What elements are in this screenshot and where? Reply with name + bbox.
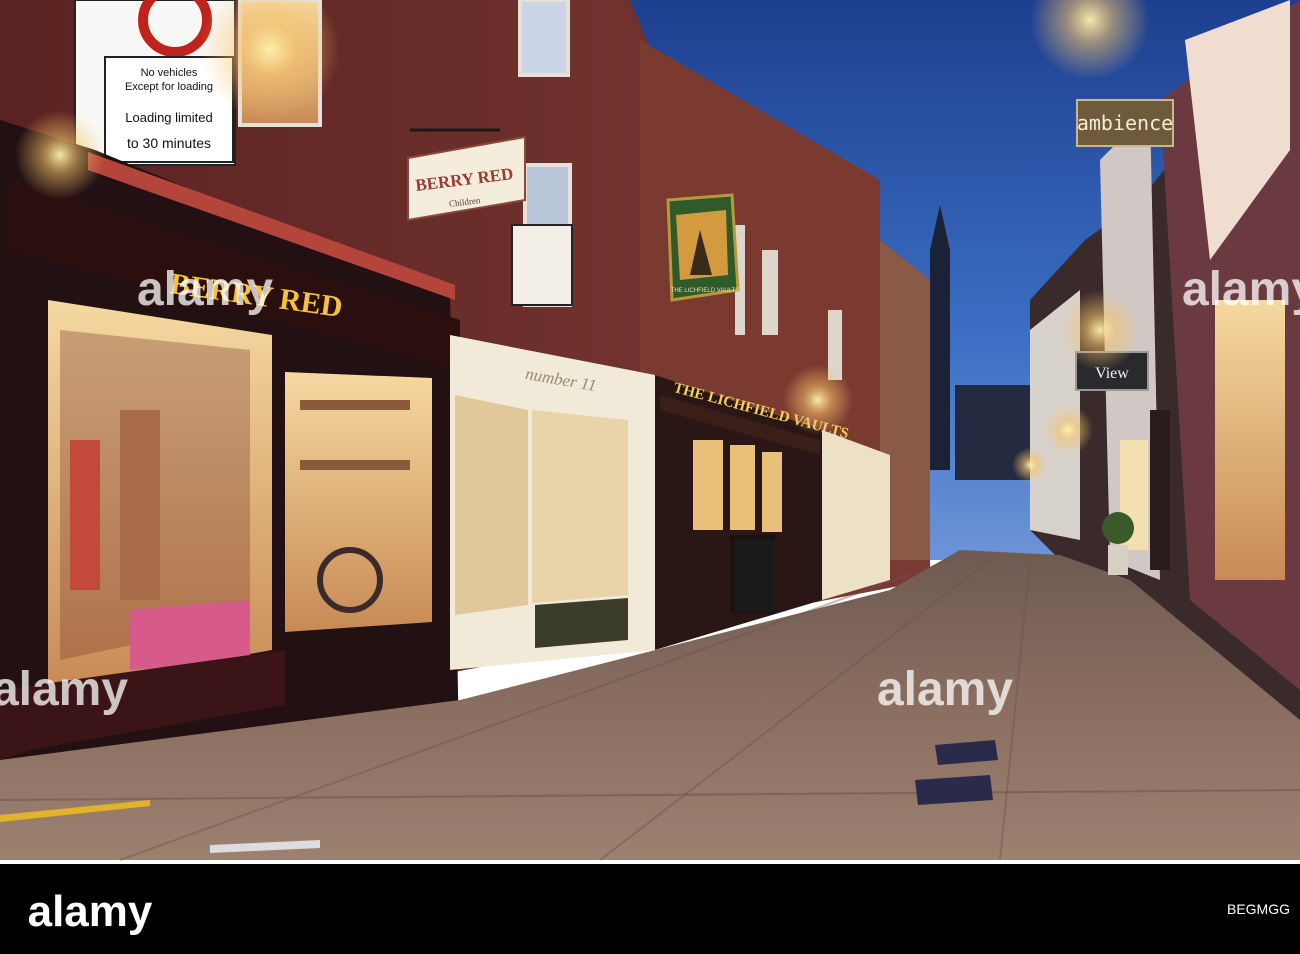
right-door — [1150, 410, 1170, 570]
a-board-sign — [735, 540, 775, 612]
street-lamp — [1012, 447, 1048, 483]
watermark-text: alamy — [137, 263, 273, 316]
watermark-logo: alamy — [28, 887, 153, 936]
watermark-text: alamy — [1182, 263, 1300, 316]
watermark-text: alamy — [877, 663, 1013, 716]
pub-sign-label: THE LICHFIELD VAULTS — [671, 288, 739, 294]
upper-window — [518, 0, 570, 77]
drain-cover — [915, 775, 993, 805]
photo-canvas: No vehicles Except for loading Loading l… — [0, 0, 1300, 954]
traffic-sign-line1: No vehicles — [141, 67, 198, 79]
church-spire — [930, 205, 950, 470]
traffic-sign-line2: Except for loading — [125, 81, 213, 93]
street-scene: No vehicles Except for loading Loading l… — [0, 0, 1300, 954]
traffic-sign-line3: Loading limited — [125, 110, 212, 125]
plant — [1102, 512, 1134, 544]
watermark-bar — [0, 864, 1300, 954]
right-shop-window — [1215, 300, 1285, 580]
watermark-text: alamy — [0, 663, 128, 716]
watermark-id: BEGMGG — [1227, 901, 1290, 917]
street-lamp — [1060, 290, 1140, 370]
traffic-sign-line4: to 30 minutes — [127, 135, 211, 151]
ambience-sign-label: ambience — [1077, 111, 1173, 135]
planter — [1108, 545, 1128, 575]
hanging-sign-small — [511, 224, 573, 306]
street-lamp — [1043, 405, 1093, 455]
cream-shopfront — [822, 430, 890, 600]
pub-hanging-sign — [666, 193, 740, 302]
street-lamp — [783, 365, 853, 435]
shop-lantern — [15, 110, 105, 200]
pub-upper-window-2 — [762, 250, 778, 335]
